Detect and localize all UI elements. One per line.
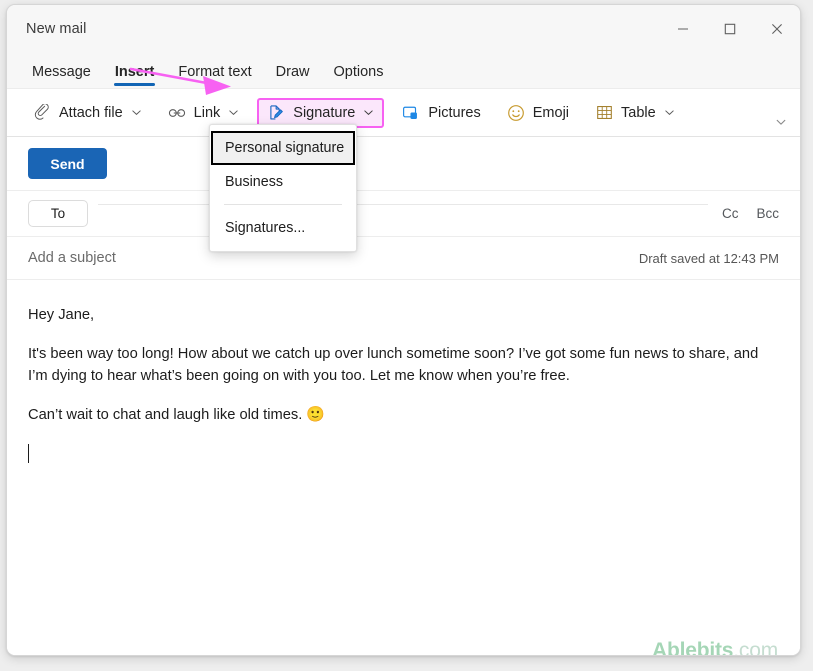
signature-icon <box>267 104 285 122</box>
ribbon-tabstrip: Message Insert Format text Draw Options <box>7 53 800 88</box>
close-button[interactable] <box>753 5 800 53</box>
body-paragraph: It's been way too long! How about we cat… <box>28 346 759 385</box>
text-cursor <box>28 443 29 463</box>
emoji-label: Emoji <box>532 104 570 121</box>
attach-file-button[interactable]: Attach file <box>25 98 150 128</box>
tab-message[interactable]: Message <box>20 64 103 88</box>
menu-item-personal-signature[interactable]: Personal signature <box>211 131 355 165</box>
collapse-ribbon-button[interactable] <box>770 112 792 132</box>
maximize-button[interactable] <box>706 5 753 53</box>
paperclip-icon <box>33 104 51 122</box>
bcc-button[interactable]: Bcc <box>756 206 779 221</box>
watermark-brand: Ablebits <box>652 638 734 656</box>
window-title: New mail <box>26 21 87 37</box>
pictures-icon <box>402 104 420 122</box>
watermark-tld: .com <box>733 638 778 656</box>
menu-item-signatures-settings[interactable]: Signatures... <box>210 211 356 244</box>
subject-input[interactable]: Add a subject <box>28 250 116 266</box>
pictures-button[interactable]: Pictures <box>394 98 488 128</box>
ablebits-watermark: Ablebits.com <box>652 635 778 656</box>
tab-format-text[interactable]: Format text <box>166 64 263 88</box>
table-label: Table <box>621 104 656 121</box>
body-greeting: Hey Jane, <box>28 307 95 323</box>
link-label: Link <box>193 104 221 121</box>
screenshot-root: New mail Message Insert Format text Draw… <box>0 0 813 671</box>
send-button[interactable]: Send <box>28 148 107 179</box>
tab-options[interactable]: Options <box>322 64 396 88</box>
menu-separator <box>224 204 342 205</box>
minimize-icon <box>677 28 688 30</box>
chevron-down-icon[interactable] <box>664 107 675 118</box>
chevron-down-icon <box>776 119 786 125</box>
window-controls <box>659 5 800 53</box>
body-closing-line: Can’t wait to chat and laugh like old ti… <box>28 404 768 427</box>
smiley-emoji: 🙂 <box>306 406 326 424</box>
new-mail-window: New mail Message Insert Format text Draw… <box>6 4 801 656</box>
link-icon <box>168 104 186 122</box>
menu-item-business[interactable]: Business <box>210 165 356 198</box>
chevron-down-icon[interactable] <box>131 107 142 118</box>
minimize-button[interactable] <box>659 5 706 53</box>
signature-label: Signature <box>293 104 356 121</box>
to-field-label[interactable]: To <box>28 200 88 227</box>
close-icon <box>771 24 782 34</box>
link-button[interactable]: Link <box>160 98 248 128</box>
cc-bcc-group: Cc Bcc <box>722 206 779 221</box>
maximize-icon <box>724 23 735 35</box>
chevron-down-icon[interactable] <box>363 107 374 118</box>
subject-row: Add a subject Draft saved at 12:43 PM <box>7 237 800 280</box>
cc-button[interactable]: Cc <box>722 206 739 221</box>
emoji-button[interactable]: Emoji <box>499 98 577 128</box>
recipients-row: To Cc Bcc <box>7 191 800 237</box>
signature-button[interactable]: Signature <box>257 97 385 128</box>
emoji-icon <box>507 104 525 122</box>
ribbon-toolbar: Attach file Link Signature Pictures Emoj… <box>7 88 800 137</box>
draft-saved-status: Draft saved at 12:43 PM <box>638 250 779 266</box>
body-closing: Can’t wait to chat and laugh like old ti… <box>28 407 303 424</box>
signature-dropdown-menu: Personal signature Business Signatures..… <box>209 124 357 252</box>
tab-draw[interactable]: Draw <box>264 64 322 88</box>
window-titlebar: New mail <box>7 5 800 53</box>
table-icon <box>595 104 613 122</box>
table-button[interactable]: Table <box>587 98 683 128</box>
send-row: Send <box>7 137 800 191</box>
pictures-label: Pictures <box>428 104 481 121</box>
to-input-underline[interactable] <box>98 204 708 205</box>
tab-insert[interactable]: Insert <box>103 64 167 88</box>
attach-file-label: Attach file <box>59 104 123 121</box>
chevron-down-icon[interactable] <box>228 107 239 118</box>
message-body-editor[interactable]: Hey Jane, It's been way too long! How ab… <box>7 280 800 656</box>
